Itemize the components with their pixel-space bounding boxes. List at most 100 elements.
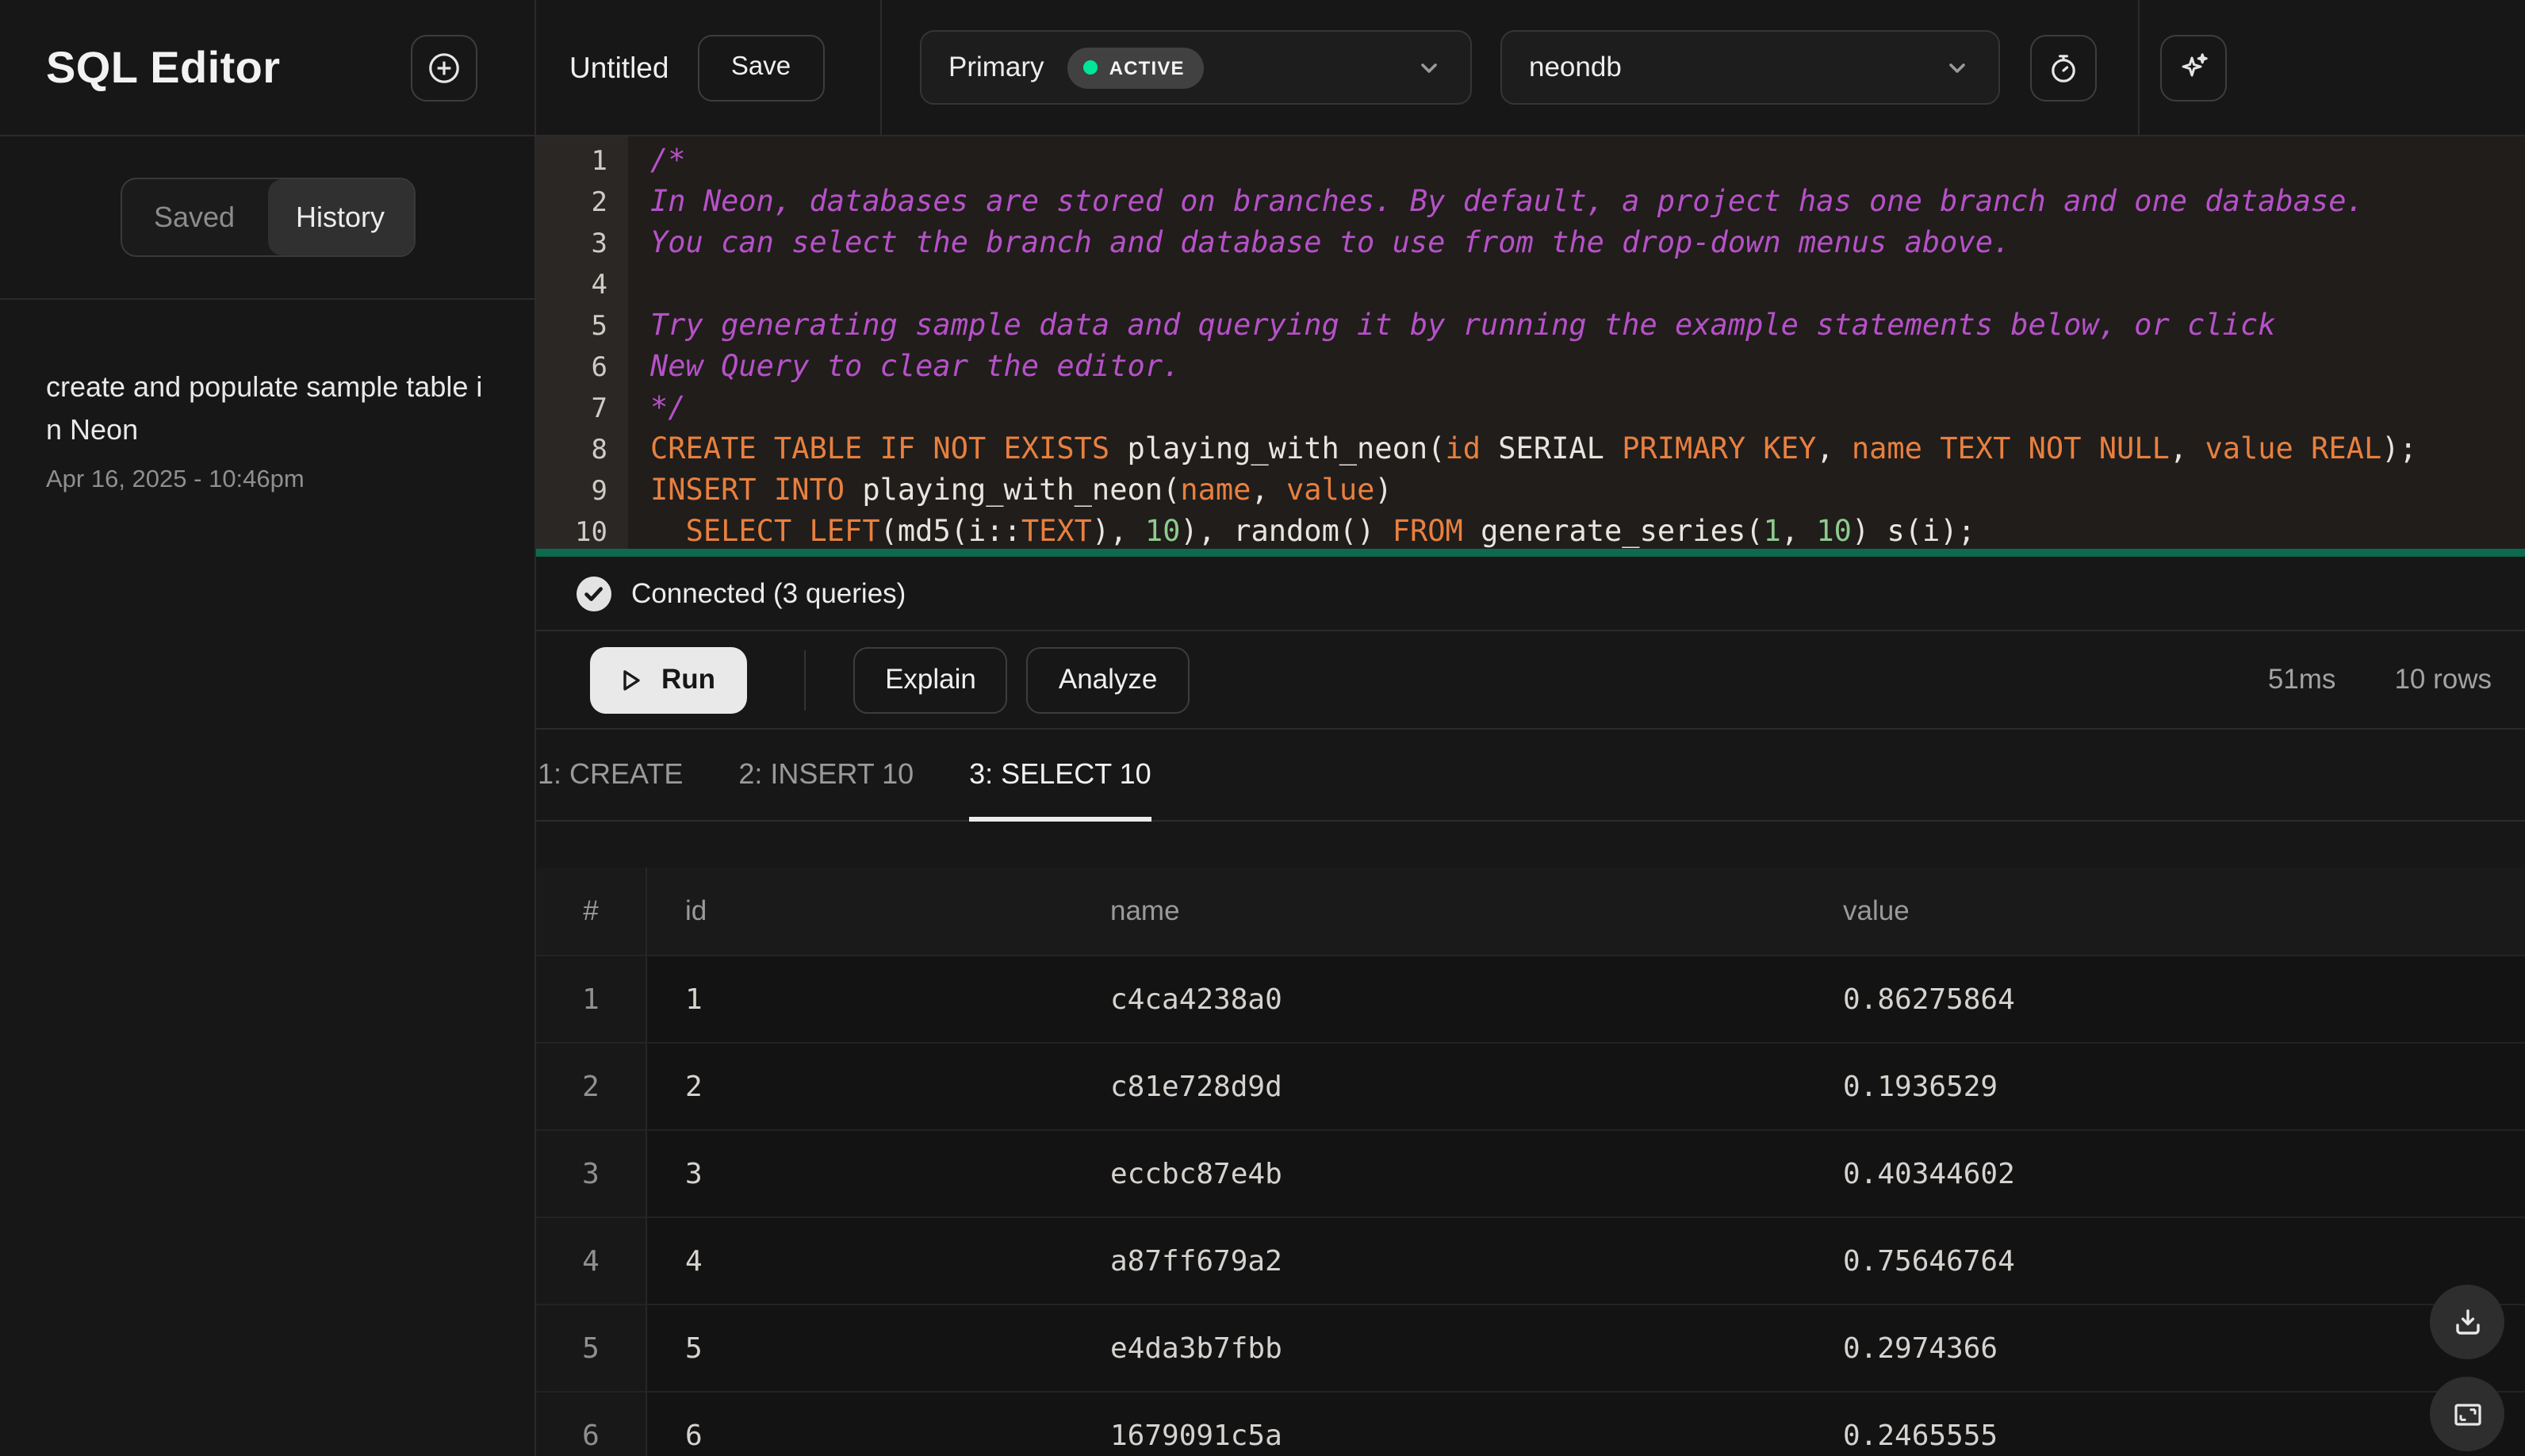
status-label: ACTIVE	[1109, 56, 1185, 79]
tab-saved[interactable]: Saved	[121, 179, 267, 255]
run-button[interactable]: Run	[590, 646, 748, 713]
results-table: # id name value 1 1 c4ca4238a0 0.86275864 2 2 c81…	[536, 868, 2525, 1456]
explain-button[interactable]: Explain	[853, 646, 1008, 713]
line-number: 9	[591, 476, 608, 508]
row-index-cell: 6	[536, 1393, 647, 1456]
sql-editor-app: SQL Editor Saved History create and popu…	[0, 0, 2525, 1456]
data-cell: 5	[685, 1331, 703, 1365]
database-select[interactable]: neondb	[1500, 30, 2000, 105]
download-icon	[2448, 1303, 2486, 1341]
result-tab[interactable]: 2: INSERT 10	[738, 730, 914, 820]
actions-row: Run Explain Analyze 51ms 10 rows	[536, 631, 2525, 730]
chevron-down-icon	[1943, 53, 1971, 82]
row-index-cell: 3	[536, 1131, 647, 1217]
stopwatch-icon	[2044, 48, 2082, 86]
tab-history[interactable]: History	[267, 179, 413, 255]
result-tab[interactable]: 1: CREATE	[538, 730, 683, 820]
table-row[interactable]: 6 6 1679091c5a 0.2465555	[536, 1391, 2525, 1456]
analyze-button[interactable]: Analyze	[1026, 646, 1190, 713]
table-row[interactable]: 1 1 c4ca4238a0 0.86275864	[536, 955, 2525, 1042]
editor-code: /* In Neon, databases are stored on branc…	[628, 136, 2525, 557]
data-cell: a87ff679a2	[1110, 1244, 1282, 1278]
column-header: value	[1843, 895, 1910, 926]
result-tabs: 1: CREATE 2: INSERT 10 3: SELECT 10	[536, 730, 2525, 822]
line-number: 3	[591, 228, 608, 260]
status-dot	[1083, 60, 1098, 75]
download-results-button[interactable]	[2430, 1285, 2504, 1359]
query-stats: 51ms 10 rows	[2268, 663, 2492, 696]
check-circle-icon	[576, 575, 612, 611]
table-row[interactable]: 2 2 c81e728d9d 0.1936529	[536, 1042, 2525, 1129]
column-header: #	[536, 868, 647, 955]
table-body: 1 1 c4ca4238a0 0.86275864 2 2 c81e728d9d 0.1936…	[536, 955, 2525, 1456]
sidebar-tabs-section: Saved History	[0, 136, 535, 300]
editor-gutter: 1 2 3 4 5 6 7 8 9 10	[536, 136, 628, 557]
query-history-button[interactable]	[2030, 34, 2097, 101]
topbar-icons	[2030, 0, 2227, 136]
table-row[interactable]: 4 4 a87ff679a2 0.75646764	[536, 1217, 2525, 1304]
saved-history-toggle: Saved History	[120, 178, 415, 257]
editor-progress-bar	[536, 549, 2525, 557]
data-cell: c4ca4238a0	[1110, 983, 1282, 1016]
sparkles-icon	[2174, 48, 2213, 86]
ai-assist-button[interactable]	[2160, 34, 2227, 101]
column-header: id	[685, 895, 707, 926]
new-query-button[interactable]	[411, 34, 477, 101]
editor-topbar: Untitled Save Primary ACTIVE neondb	[536, 0, 2525, 136]
data-cell: 0.1936529	[1843, 1070, 1998, 1103]
history-list: create and populate sample table in Neon…	[0, 300, 535, 495]
code-line: SELECT LEFT(md5(i::TEXT), 10), random() …	[685, 515, 1975, 549]
play-icon	[612, 662, 647, 697]
data-cell: 4	[685, 1244, 703, 1278]
page-title: SQL Editor	[46, 42, 281, 91]
branch-status-badge: ACTIVE	[1067, 47, 1204, 88]
row-index-cell: 2	[536, 1044, 647, 1129]
table-header-row: # id name value	[536, 868, 2525, 955]
expand-results-button[interactable]	[2430, 1377, 2504, 1451]
data-cell: 0.40344602	[1843, 1157, 2015, 1190]
line-number: 4	[591, 270, 608, 301]
connection-status-row: Connected (3 queries)	[536, 557, 2525, 631]
table-row[interactable]: 5 5 e4da3b7fbb 0.2974366	[536, 1304, 2525, 1391]
query-name: Untitled	[569, 50, 669, 83]
data-cell: 0.75646764	[1843, 1244, 2015, 1278]
chevron-down-icon	[1415, 53, 1443, 82]
database-name: neondb	[1529, 51, 1622, 82]
line-number: 10	[575, 517, 607, 549]
sidebar: SQL Editor Saved History create and popu…	[0, 0, 536, 1456]
line-number: 6	[591, 352, 608, 384]
data-cell: 3	[685, 1157, 703, 1190]
data-cell: 1	[685, 983, 703, 1016]
history-item-timestamp: Apr 16, 2025 - 10:46pm	[46, 466, 305, 493]
query-name-group: Untitled Save	[536, 0, 882, 135]
history-item-title: create and populate sample table in Neon	[46, 371, 483, 446]
history-item[interactable]: create and populate sample table in Neon…	[46, 366, 487, 495]
code-line: */	[650, 392, 686, 425]
connection-status-label: Connected (3 queries)	[631, 577, 906, 608]
divider	[2138, 0, 2140, 136]
code-editor[interactable]: 1 2 3 4 5 6 7 8 9 10 /* In Neon, databases are sto…	[536, 136, 2525, 557]
data-cell: c81e728d9d	[1110, 1070, 1282, 1103]
row-index-cell: 1	[536, 956, 647, 1042]
branch-name: Primary	[948, 51, 1044, 82]
code-line: In Neon, databases are stored on branche…	[650, 186, 2364, 219]
code-line: CREATE TABLE IF NOT EXISTS playing_with_…	[650, 433, 2417, 466]
code-line: You can select the branch and database t…	[650, 227, 2011, 260]
code-line: New Query to clear the editor.	[650, 351, 1181, 384]
row-index-cell: 5	[536, 1305, 647, 1391]
save-button[interactable]: Save	[697, 34, 825, 101]
row-index-cell: 4	[536, 1218, 647, 1304]
line-number: 1	[591, 146, 608, 178]
result-tab[interactable]: 3: SELECT 10	[969, 730, 1151, 822]
line-number: 2	[591, 187, 608, 219]
table-row[interactable]: 3 3 eccbc87e4b 0.40344602	[536, 1129, 2525, 1217]
data-cell: eccbc87e4b	[1110, 1157, 1282, 1190]
data-cell: 1679091c5a	[1110, 1419, 1282, 1452]
data-cell: 0.2974366	[1843, 1331, 1998, 1365]
query-duration: 51ms	[2267, 663, 2336, 695]
data-cell: 0.86275864	[1843, 983, 2015, 1016]
expand-icon	[2448, 1395, 2486, 1433]
line-number: 7	[591, 393, 608, 425]
branch-select[interactable]: Primary ACTIVE	[920, 30, 1472, 105]
